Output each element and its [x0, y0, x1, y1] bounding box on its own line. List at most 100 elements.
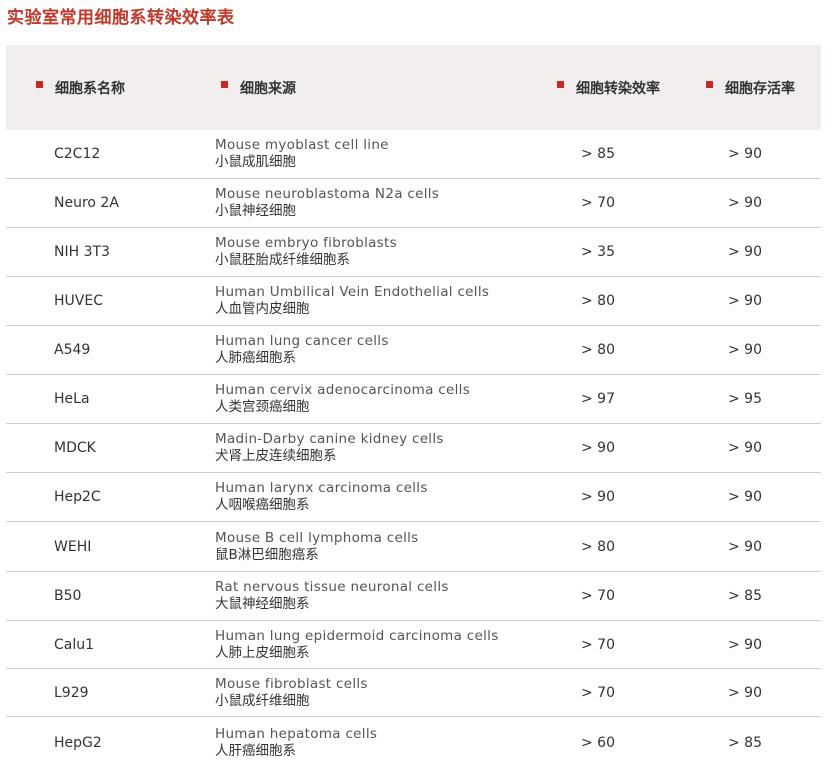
transfection-efficiency: > 80: [581, 342, 615, 358]
header-label: 细胞转染效率: [576, 80, 660, 97]
transfection-efficiency: > 97: [581, 391, 615, 407]
source-chinese: 人肺癌细胞系: [215, 350, 296, 366]
source-chinese: 人类宫颈癌细胞: [215, 399, 310, 415]
table-row: NIH 3T3 Mouse embryo fibroblasts 小鼠胚胎成纤维细胞…: [6, 228, 821, 277]
cell-source: Human cervix adenocarcinoma cells 人类宫颈癌细胞: [215, 375, 470, 423]
table-row: Hep2C Human larynx carcinoma cells 人咽喉癌细胞系…: [6, 473, 821, 522]
source-chinese: 鼠B淋巴细胞癌系: [215, 546, 319, 563]
cell-line-name: MDCK: [54, 440, 96, 456]
source-chinese: 小鼠成肌细胞: [215, 154, 296, 170]
source-english: Rat nervous tissue neuronal cells: [215, 579, 449, 595]
cell-source: Human lung epidermoid carcinoma cells 人肺上…: [215, 621, 499, 668]
header-cell-source: 细胞来源: [221, 45, 296, 130]
transfection-efficiency: > 80: [581, 538, 615, 555]
source-english: Human hepatoma cells: [215, 725, 378, 742]
page-title: 实验室常用细胞系转染效率表: [7, 8, 235, 28]
source-english: Human Umbilical Vein Endothelial cells: [215, 284, 490, 300]
cell-viability: > 90: [728, 244, 762, 260]
transfection-efficiency: > 80: [581, 293, 615, 309]
cell-source: Rat nervous tissue neuronal cells 大鼠神经细胞系: [215, 572, 449, 620]
table-row: Calu1 Human lung epidermoid carcinoma cel…: [6, 621, 821, 669]
source-english: Mouse B cell lymphoma cells: [215, 529, 419, 546]
cell-line-name: B50: [54, 588, 82, 604]
table-body: C2C12 Mouse myoblast cell line 小鼠成肌细胞 > 85 >…: [6, 130, 821, 768]
header-viability: 细胞存活率: [706, 45, 795, 130]
source-english: Madin-Darby canine kidney cells: [215, 431, 444, 447]
cell-source: Human hepatoma cells 人肝癌细胞系: [215, 717, 377, 768]
transfection-efficiency: > 70: [581, 588, 615, 604]
table-row: B50 Rat nervous tissue neuronal cells 大鼠神经…: [6, 572, 821, 621]
table-row: HepG2 Human hepatoma cells 人肝癌细胞系 > 60 > 85: [6, 717, 821, 768]
transfection-efficiency: > 70: [581, 195, 615, 211]
square-bullet-icon: [36, 81, 43, 88]
cell-viability: > 90: [728, 489, 762, 505]
cell-source: Human Umbilical Vein Endothelial cells 人血…: [215, 277, 489, 325]
cell-source: Human lung cancer cells 人肺癌细胞系: [215, 326, 389, 374]
transfection-efficiency: > 60: [581, 734, 615, 751]
source-chinese: 人血管内皮细胞: [215, 301, 310, 317]
cell-viability: > 90: [728, 195, 762, 211]
transfection-table: 细胞系名称 细胞来源 细胞转染效率 细胞存活率 C2C12 Mouse myobl…: [6, 45, 821, 768]
cell-source: Mouse fibroblast cells 小鼠成纤维细胞: [215, 669, 368, 716]
source-chinese: 人咽喉癌细胞系: [215, 497, 310, 513]
source-chinese: 大鼠神经细胞系: [215, 596, 310, 612]
cell-line-name: HeLa: [54, 391, 90, 407]
source-english: Mouse fibroblast cells: [215, 675, 368, 692]
transfection-efficiency: > 85: [581, 146, 615, 162]
source-chinese: 犬肾上皮连续细胞系: [215, 448, 337, 464]
table-row: HUVEC Human Umbilical Vein Endothelial ce…: [6, 277, 821, 326]
cell-line-name: Hep2C: [54, 489, 101, 505]
source-english: Human lung cancer cells: [215, 333, 389, 349]
source-chinese: 人肺上皮细胞系: [215, 644, 310, 661]
table-row: C2C12 Mouse myoblast cell line 小鼠成肌细胞 > 85 >…: [6, 130, 821, 179]
transfection-efficiency: > 70: [581, 636, 615, 653]
cell-source: Human larynx carcinoma cells 人咽喉癌细胞系: [215, 473, 428, 521]
source-chinese: 人肝癌细胞系: [215, 742, 296, 759]
cell-line-name: HUVEC: [54, 293, 103, 309]
cell-viability: > 90: [728, 636, 762, 653]
cell-line-name: Calu1: [54, 636, 95, 653]
table-row: HeLa Human cervix adenocarcinoma cells 人类宫…: [6, 375, 821, 424]
cell-source: Mouse neuroblastoma N2a cells 小鼠神经细胞: [215, 179, 439, 227]
cell-line-name: HepG2: [54, 734, 102, 751]
transfection-efficiency: > 70: [581, 684, 615, 701]
source-chinese: 小鼠神经细胞: [215, 203, 296, 219]
cell-line-name: Neuro 2A: [54, 195, 119, 211]
cell-viability: > 90: [728, 440, 762, 456]
cell-line-name: NIH 3T3: [54, 244, 110, 260]
square-bullet-icon: [706, 81, 713, 88]
cell-line-name: A549: [54, 342, 91, 358]
table-row: MDCK Madin-Darby canine kidney cells 犬肾上皮连…: [6, 424, 821, 473]
source-english: Human larynx carcinoma cells: [215, 480, 428, 496]
cell-source: Mouse myoblast cell line 小鼠成肌细胞: [215, 130, 389, 178]
source-english: Mouse embryo fibroblasts: [215, 235, 397, 251]
cell-line-name: C2C12: [54, 146, 101, 162]
source-english: Human cervix adenocarcinoma cells: [215, 382, 471, 398]
cell-source: Mouse embryo fibroblasts 小鼠胚胎成纤维细胞系: [215, 228, 397, 276]
square-bullet-icon: [557, 81, 564, 88]
table-row: A549 Human lung cancer cells 人肺癌细胞系 > 80 > 9…: [6, 326, 821, 375]
table-row: Neuro 2A Mouse neuroblastoma N2a cells 小鼠神…: [6, 179, 821, 228]
header-cell-line-name: 细胞系名称: [36, 45, 125, 130]
cell-viability: > 95: [728, 391, 762, 407]
cell-source: Mouse B cell lymphoma cells 鼠B淋巴细胞癌系: [215, 522, 419, 571]
cell-line-name: L929: [54, 684, 89, 701]
cell-viability: > 90: [728, 342, 762, 358]
header-transfection-efficiency: 细胞转染效率: [557, 45, 660, 130]
cell-viability: > 90: [728, 293, 762, 309]
source-english: Mouse neuroblastoma N2a cells: [215, 186, 440, 202]
cell-viability: > 90: [728, 146, 762, 162]
table-header: 细胞系名称 细胞来源 细胞转染效率 细胞存活率: [6, 45, 821, 130]
table-row: L929 Mouse fibroblast cells 小鼠成纤维细胞 > 70 > 9…: [6, 669, 821, 717]
header-label: 细胞系名称: [55, 80, 125, 97]
transfection-efficiency: > 90: [581, 440, 615, 456]
cell-viability: > 90: [728, 684, 762, 701]
cell-viability: > 90: [728, 538, 762, 555]
header-label: 细胞来源: [240, 80, 296, 97]
square-bullet-icon: [221, 81, 228, 88]
transfection-efficiency: > 35: [581, 244, 615, 260]
source-chinese: 小鼠胚胎成纤维细胞系: [215, 252, 350, 268]
cell-source: Madin-Darby canine kidney cells 犬肾上皮连续细胞系: [215, 424, 444, 472]
header-label: 细胞存活率: [725, 80, 795, 97]
cell-line-name: WEHI: [54, 538, 92, 555]
